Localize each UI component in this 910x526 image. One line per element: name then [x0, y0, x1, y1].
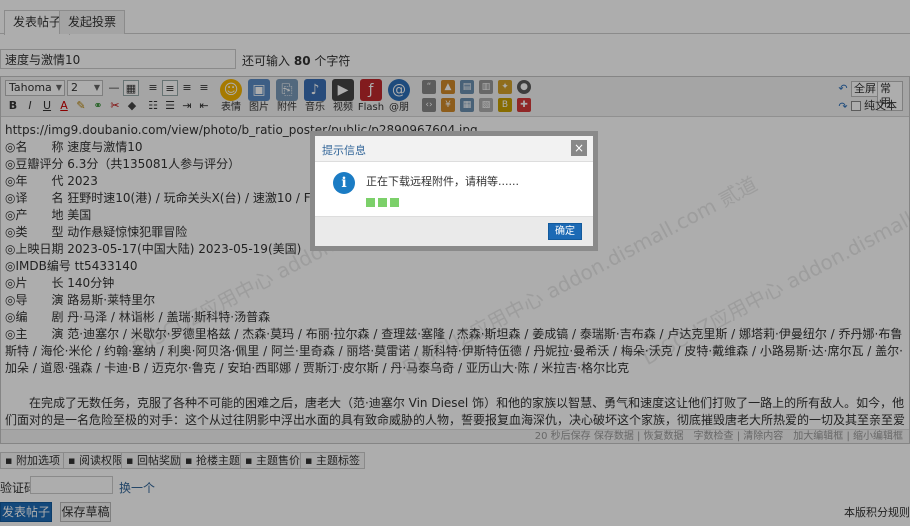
modal-overlay	[0, 0, 910, 526]
dialog-header: 提示信息 ×	[315, 136, 593, 162]
dialog-message: 正在下载远程附件，请稍等......	[366, 175, 519, 188]
info-dialog: 提示信息 × i 正在下载远程附件，请稍等...... 确定	[310, 131, 598, 251]
loading-dot	[366, 198, 375, 207]
loading-dot	[390, 198, 399, 207]
dialog-title: 提示信息	[322, 144, 366, 157]
loading-dot	[378, 198, 387, 207]
info-icon: i	[333, 172, 355, 194]
confirm-button[interactable]: 确定	[548, 223, 582, 240]
loading-indicator	[366, 196, 402, 207]
dialog-footer: 确定	[315, 216, 593, 246]
close-icon[interactable]: ×	[571, 140, 587, 156]
